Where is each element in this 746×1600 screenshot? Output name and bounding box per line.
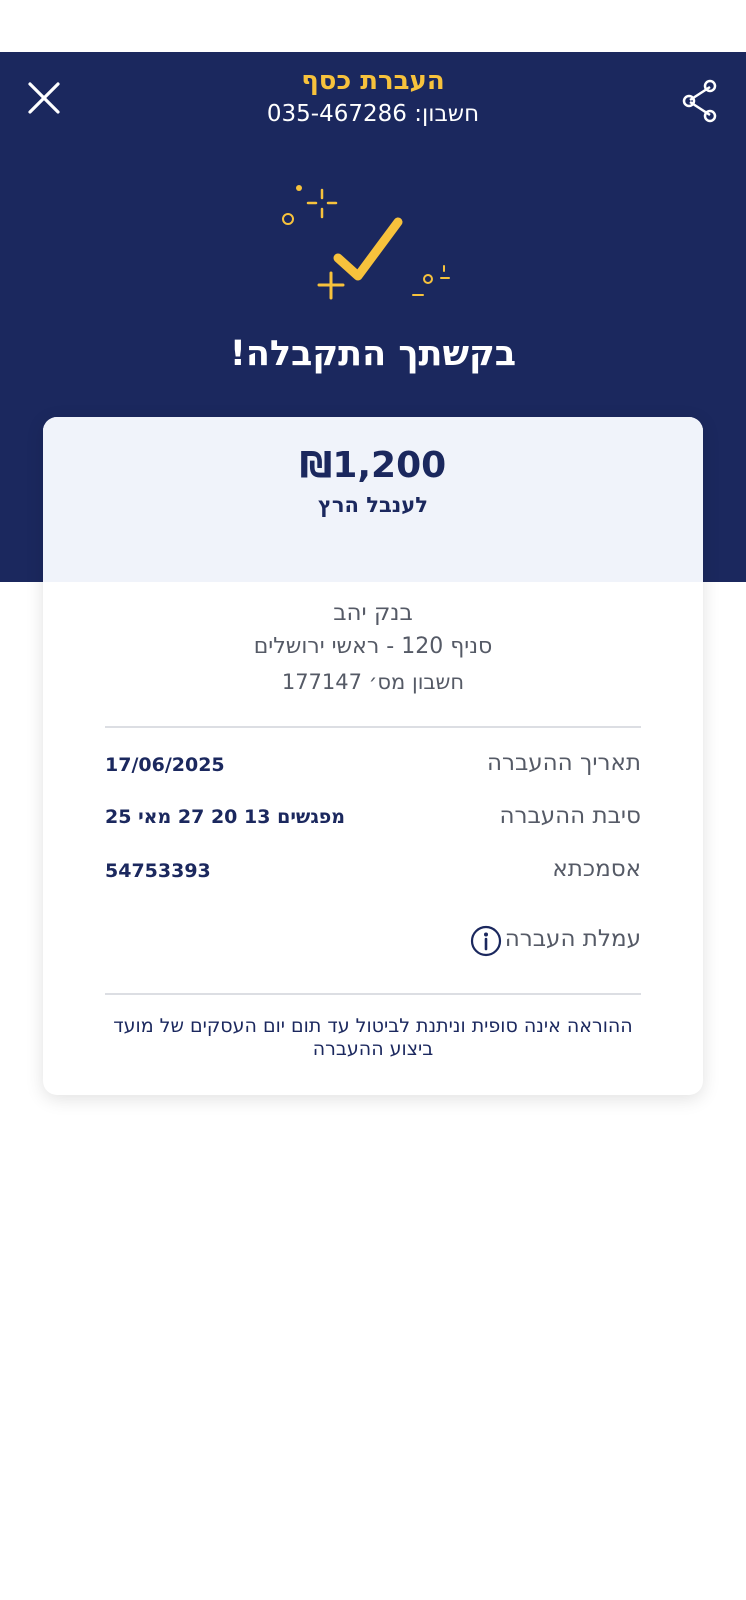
recipient-account-number: חשבון מס׳ 177147 <box>281 670 465 694</box>
info-icon[interactable] <box>470 925 502 957</box>
success-check-icon <box>278 182 468 308</box>
bank-name: בנק יהב <box>333 600 413 626</box>
cancellation-note: ההוראה אינה סופית וניתנת לביטול עד תום י… <box>113 1015 633 1060</box>
close-icon[interactable] <box>24 78 64 118</box>
status-bar-area <box>0 0 746 52</box>
transfer-date-value: 17/06/2025 <box>105 754 225 776</box>
divider <box>105 726 641 728</box>
account-number: חשבון: 035-467286 <box>266 101 480 127</box>
transfer-details-card: ₪1,200 לענבל הרץ בנק יהב סניף 120 - ראשי… <box>43 417 703 1095</box>
recipient-name: לענבל הרץ <box>318 493 428 517</box>
page-title: העברת כסף <box>301 66 445 96</box>
transfer-reason-value: מפגשים 13 20 27 מאי 25 <box>105 806 346 828</box>
divider <box>105 993 641 995</box>
transfer-amount: ₪1,200 <box>299 445 447 486</box>
reference-value: 54753393 <box>105 860 211 882</box>
share-icon[interactable] <box>680 78 722 124</box>
success-message: בקשתך התקבלה! <box>229 334 517 374</box>
bank-branch: סניף 120 - ראשי ירושלים <box>253 634 493 659</box>
